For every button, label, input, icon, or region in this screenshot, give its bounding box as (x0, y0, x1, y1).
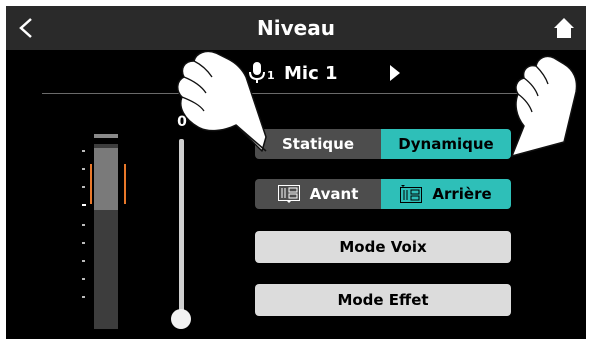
meter-tick (82, 204, 86, 206)
meter-peak-left (90, 164, 92, 204)
channel-label: Mic 1 (284, 63, 338, 84)
page-title: Niveau (257, 16, 335, 40)
effect-mode-button[interactable]: Mode Effet (255, 284, 511, 316)
voice-mode-button[interactable]: Mode Voix (255, 231, 511, 263)
meter-tick (82, 168, 85, 170)
home-button[interactable] (542, 6, 586, 50)
eq-block-icon (277, 185, 300, 203)
header-bar: Niveau (6, 6, 586, 50)
meter-tick (82, 260, 85, 262)
meter-tick (82, 278, 85, 280)
home-icon (554, 18, 574, 38)
pointing-hand-left (177, 50, 267, 152)
meter-tick (82, 150, 85, 152)
after-button[interactable]: Arrière (381, 179, 511, 209)
eq-block-icon (400, 185, 423, 203)
meter-tick (82, 296, 85, 298)
meter-level-highlight (94, 148, 118, 210)
dynamic-button[interactable]: Dynamique (381, 129, 511, 159)
before-button[interactable]: Avant (255, 179, 381, 209)
after-label: Arrière (432, 185, 492, 203)
level-meter (74, 134, 134, 329)
position-toggle: Avant Arrière (255, 179, 511, 209)
meter-tick (82, 242, 85, 244)
divider (42, 93, 550, 94)
triangle-right-icon[interactable] (386, 62, 402, 84)
mode-toggle: Statique Dynamique (255, 129, 511, 159)
meter-top-cap (94, 134, 118, 138)
fader-knob[interactable] (171, 309, 191, 329)
meter-tick (82, 224, 85, 226)
meter-peak-right (124, 164, 126, 204)
meter-tick (82, 186, 85, 188)
before-label: Avant (309, 185, 359, 203)
mixer-screen: Niveau 1 Mic 1 0 Statique Dynamique Avan… (6, 6, 586, 339)
pointing-hand-right (511, 55, 578, 157)
